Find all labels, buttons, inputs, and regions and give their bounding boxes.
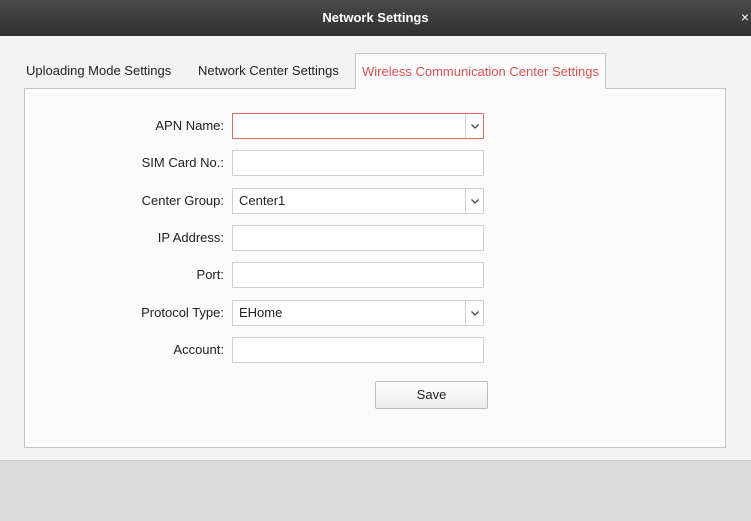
- sim-card-no-label: SIM Card No.:: [141, 155, 224, 170]
- center-group-label: Center Group:: [141, 193, 224, 208]
- apn-name-dropdown[interactable]: [232, 113, 484, 139]
- sim-card-no-input[interactable]: [232, 150, 484, 176]
- account-input[interactable]: [232, 337, 484, 363]
- save-button[interactable]: Save: [375, 381, 488, 409]
- tab-network-center-settings[interactable]: Network Center Settings: [198, 54, 339, 88]
- apn-name-label: APN Name:: [155, 118, 224, 133]
- close-icon[interactable]: ×: [737, 10, 749, 24]
- account-label: Account:: [173, 342, 224, 357]
- tab-wireless-communication-center-settings[interactable]: Wireless Communication Center Settings: [355, 53, 606, 89]
- protocol-type-label: Protocol Type:: [141, 305, 224, 320]
- port-input[interactable]: [232, 262, 484, 288]
- chevron-down-icon[interactable]: [465, 114, 483, 138]
- ip-address-input[interactable]: [232, 225, 484, 251]
- protocol-type-dropdown[interactable]: EHome: [232, 300, 484, 326]
- center-group-value: Center1: [239, 193, 286, 208]
- center-group-dropdown[interactable]: Center1: [232, 188, 484, 214]
- port-label: Port:: [196, 267, 224, 282]
- title-bar: Network Settings ×: [0, 0, 751, 36]
- window-title: Network Settings: [322, 10, 429, 25]
- chevron-down-icon[interactable]: [465, 189, 483, 213]
- dialog-footer: [0, 460, 751, 521]
- protocol-type-value: EHome: [239, 305, 283, 320]
- tab-uploading-mode-settings[interactable]: Uploading Mode Settings: [26, 54, 171, 88]
- ip-address-label: IP Address:: [157, 230, 224, 245]
- chevron-down-icon[interactable]: [465, 301, 483, 325]
